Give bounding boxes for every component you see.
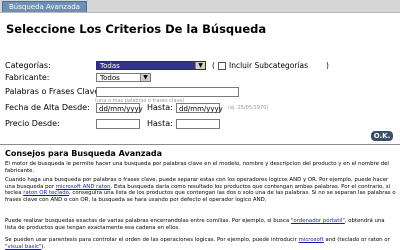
example-link-visual-basic[interactable]: "visual basic"	[5, 244, 41, 250]
categorias-select[interactable]: Todas ▼	[96, 61, 206, 70]
tab-busqueda-avanzada[interactable]: Búsqueda Avanzada	[2, 1, 87, 12]
consejos-paragraph-1: El motor de busqueda le permite hacer un…	[5, 161, 389, 174]
example-link-raton-or-teclado[interactable]: raton OR teclado	[23, 190, 69, 196]
divider	[0, 144, 400, 145]
fecha-hint: (ej. 25/05/1970)	[228, 105, 269, 111]
incluir-sub-close-paren: )	[326, 61, 329, 70]
categorias-selected-value: Todas	[100, 62, 120, 70]
tab-bar: Búsqueda Avanzada	[0, 0, 400, 13]
palabras-label: Palabras o Frases Clave:	[5, 87, 102, 96]
precio-desde-input[interactable]	[96, 119, 140, 129]
p4-text-b: and (teclado or raton or	[323, 237, 390, 243]
fecha-desde-input[interactable]: dd/mm/yyyy	[96, 103, 143, 113]
precio-hasta-label: Hasta:	[147, 119, 173, 128]
ok-button[interactable]: O.K.	[371, 131, 393, 141]
precio-label: Precio Desde:	[5, 119, 60, 128]
precio-hasta-input[interactable]	[176, 119, 220, 129]
example-link-microsoft-and-raton[interactable]: microsoft AND raton	[56, 184, 111, 190]
fecha-label: Fecha de Alta Desde:	[5, 103, 90, 112]
page-title: Seleccione Los Criterios De la Búsqueda	[6, 22, 267, 36]
p3-text-a: Puede realizar busquedas exactas de vari…	[5, 218, 291, 224]
categorias-label: Categorías:	[5, 61, 51, 70]
palabras-clave-input[interactable]	[96, 87, 239, 97]
fecha-hasta-input[interactable]: dd/mm/yyyy	[176, 103, 223, 113]
consejos-paragraph-4: Se pueden usar parentesis para controlar…	[5, 237, 397, 250]
fecha-hasta-label: Hasta:	[147, 103, 173, 112]
chevron-down-icon: ▼	[195, 62, 205, 69]
incluir-subcategorias-checkbox[interactable]	[218, 62, 226, 70]
consejos-paragraph-2: Cuando haga una busqueda por palabras o …	[5, 177, 397, 203]
p4-text-c: ).	[41, 243, 46, 250]
incluir-subcategorias-label: Incluir Subcategorías	[229, 61, 309, 70]
consejos-paragraph-3: Puede realizar busquedas exactas de vari…	[5, 218, 397, 231]
fabricante-select[interactable]: Todos ▼	[96, 73, 151, 82]
chevron-down-icon: ▼	[140, 74, 150, 81]
p4-text-a: Se pueden usar parentesis para controlar…	[5, 237, 299, 243]
consejos-title: Consejos para Busqueda Avanzada	[5, 149, 162, 158]
example-link-ordenador-portatil[interactable]: "ordenador portatil"	[291, 218, 345, 224]
fabricante-selected-value: Todos	[100, 74, 120, 82]
example-link-microsoft[interactable]: microsoft	[299, 237, 324, 243]
incluir-sub-open-paren: (	[212, 61, 215, 70]
fabricante-label: Fabricante:	[5, 73, 50, 82]
